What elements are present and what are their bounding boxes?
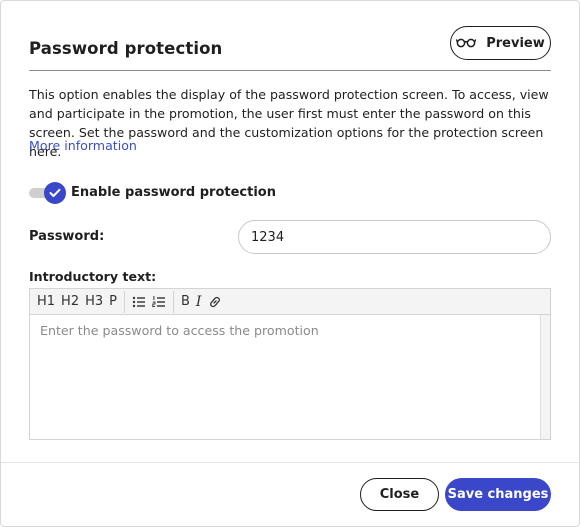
link-button[interactable] (204, 291, 226, 313)
introductory-text-editor[interactable]: Enter the password to access the promoti… (30, 315, 540, 439)
bold-button[interactable]: B (178, 291, 193, 313)
toolbar-divider (123, 290, 125, 313)
heading-2-button[interactable]: H2 (58, 291, 82, 313)
checkmark-icon (49, 188, 61, 197)
toolbar-divider (172, 290, 174, 313)
numbered-list-button[interactable] (149, 291, 169, 313)
preview-button[interactable]: Preview (450, 26, 551, 60)
italic-button[interactable]: I (193, 291, 205, 313)
password-protection-dialog: Password protection Preview This option … (0, 0, 580, 527)
footer-divider (1, 462, 580, 463)
close-button[interactable]: Close (360, 478, 439, 511)
bullet-list-button[interactable] (129, 291, 149, 313)
password-input[interactable] (238, 220, 551, 254)
numbered-list-icon (152, 295, 165, 307)
editor-scrollbar[interactable] (540, 315, 550, 439)
preview-label: Preview (486, 35, 545, 51)
paragraph-button[interactable]: P (106, 291, 120, 313)
enable-password-toggle[interactable] (29, 182, 67, 204)
save-changes-button[interactable]: Save changes (445, 478, 551, 511)
introductory-text-label: Introductory text: (29, 269, 157, 284)
bullet-list-icon (132, 296, 145, 307)
rich-text-editor: H1 H2 H3 P B I Enter the password to acc… (29, 288, 551, 440)
editor-toolbar: H1 H2 H3 P B I (30, 289, 550, 315)
dialog-title: Password protection (29, 39, 223, 58)
heading-1-button[interactable]: H1 (34, 291, 58, 313)
toggle-label: Enable password protection (71, 185, 276, 200)
glasses-icon (456, 37, 477, 49)
more-information-link[interactable]: More information (29, 136, 137, 155)
toggle-knob (44, 182, 66, 204)
password-label: Password: (29, 229, 105, 244)
title-divider (29, 70, 551, 71)
link-icon (210, 296, 221, 307)
heading-3-button[interactable]: H3 (82, 291, 106, 313)
